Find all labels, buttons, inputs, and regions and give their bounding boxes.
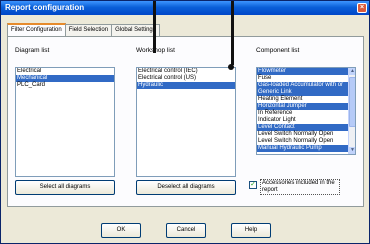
list-item[interactable]: Mechanical <box>16 75 114 82</box>
scroll-down-icon[interactable]: ▼ <box>349 147 355 154</box>
cancel-button[interactable]: Cancel <box>166 223 206 238</box>
select-all-diagrams-button[interactable]: Select all diagrams <box>15 180 115 195</box>
list-item[interactable]: Generic Link <box>257 89 355 96</box>
list-item[interactable]: In Reference <box>257 110 355 117</box>
list-item[interactable]: Gas-loaded Accumulator with or <box>257 82 355 89</box>
list-item[interactable]: PLC_Card <box>16 82 114 89</box>
report-configuration-dialog: Report configuration × Filter Configurat… <box>0 0 370 244</box>
pointer-line-icon <box>153 1 156 53</box>
list-item[interactable]: Electrical <box>16 68 114 75</box>
scroll-up-icon[interactable]: ▲ <box>349 68 355 75</box>
diagram-list-label: Diagram list <box>15 47 50 54</box>
scroll-thumb[interactable] <box>349 77 355 127</box>
pointer-line-icon <box>231 1 234 65</box>
ok-button[interactable]: OK <box>101 223 141 238</box>
accessories-option[interactable]: ✓ Accessories included in the report <box>249 179 340 195</box>
pointer-dot-icon <box>228 64 234 70</box>
window-title: Report configuration <box>5 3 85 12</box>
list-item[interactable]: Level Contact <box>257 124 355 131</box>
accessories-label[interactable]: Accessories included in the report <box>260 179 340 195</box>
list-item[interactable]: Electrical control (US) <box>137 75 235 82</box>
tab-field-selection[interactable]: Field Selection <box>64 24 113 36</box>
component-listbox[interactable]: Flowmeter Fuse Gas-loaded Accumulator wi… <box>256 67 356 155</box>
list-item[interactable]: Electrical control (IEC) <box>137 68 235 75</box>
list-item[interactable]: Horizontal Jumper <box>257 103 355 110</box>
title-bar[interactable]: Report configuration × <box>1 1 369 15</box>
tab-filter-configuration[interactable]: Filter Configuration <box>7 23 66 36</box>
list-item[interactable]: Level Switch Normally Open <box>257 138 355 145</box>
accessories-checkbox[interactable]: ✓ <box>249 181 257 189</box>
workshop-listbox[interactable]: Electrical control (IEC) Electrical cont… <box>136 67 236 177</box>
list-item[interactable]: Heating Element <box>257 96 355 103</box>
tab-strip: Filter Configuration Field Selection Glo… <box>7 23 160 36</box>
list-item[interactable]: Fuse <box>257 75 355 82</box>
list-item[interactable]: Manual Hydraulic Pump <box>257 145 355 152</box>
list-item[interactable]: Indicator Light <box>257 117 355 124</box>
list-item[interactable]: Flowmeter <box>257 68 355 75</box>
list-item[interactable]: Hydraulic <box>137 82 235 89</box>
list-item[interactable]: Level Switch Normally Open <box>257 131 355 138</box>
close-icon[interactable]: × <box>357 3 367 13</box>
component-list-scrollbar[interactable]: ▲ ▼ <box>348 68 355 154</box>
component-list-label: Component list <box>256 47 300 54</box>
help-button[interactable]: Help <box>231 223 271 238</box>
deselect-all-diagrams-button[interactable]: Deselect all diagrams <box>136 180 236 195</box>
diagram-listbox[interactable]: Electrical Mechanical PLC_Card <box>15 67 115 177</box>
